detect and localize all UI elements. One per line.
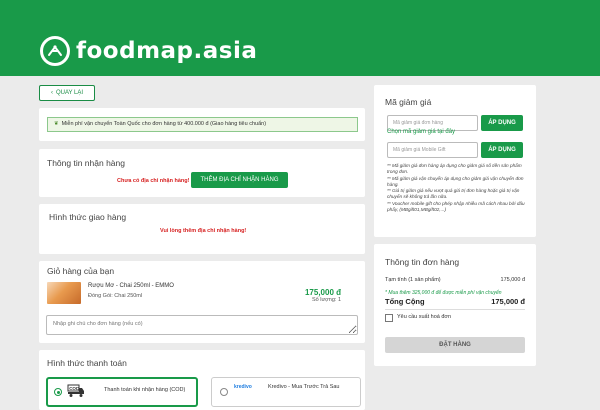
kredivo-label: Kredivo - Mua Trước Trả Sau (268, 384, 340, 390)
delivery-method-title: Hình thức giao hàng (49, 212, 127, 222)
discount-note: ** Mã giảm giá đơn hàng áp dụng cho giảm… (387, 163, 522, 175)
discount-note: ** Giá trị giảm giá nếu vượt quá giá trị… (387, 188, 520, 200)
discount-code-card: Mã giảm giá Mã giảm giá đơn hàng ÁP DỤNG… (374, 85, 536, 237)
discount-note: ** Voucher mobile gift cho phép nhập nhi… (387, 200, 525, 213)
total-row: Tổng Cộng 175,000 đ (385, 297, 525, 306)
apply-order-discount-button[interactable]: ÁP DỤNG (481, 115, 523, 131)
invoice-checkbox[interactable] (385, 314, 393, 322)
product-price: 175,000 đ (304, 288, 341, 297)
free-shipping-text: Miễn phí vận chuyển Toàn Quốc cho đơn hà… (61, 121, 267, 127)
free-shipping-banner: ❦ Miễn phí vận chuyển Toàn Quốc cho đơn h… (47, 117, 358, 132)
product-name[interactable]: Rượu Mơ - Chai 250ml - EMMO (88, 283, 174, 289)
cod-radio[interactable] (54, 388, 62, 396)
no-address-warning: Chưa có địa chỉ nhận hàng! (117, 178, 190, 184)
product-quantity: Số lượng: 1 (312, 297, 341, 303)
invoice-checkbox-label[interactable]: Yêu cầu xuất hoá đơn (397, 314, 451, 320)
shipping-promo-card: ❦ Miễn phí vận chuyển Toàn Quốc cho đơn h… (39, 108, 365, 141)
back-button-label: QUAY LẠI (55, 90, 84, 96)
cart-card: Giỏ hàng của bạn Rượu Mơ - Chai 250ml - … (39, 261, 365, 343)
add-address-button[interactable]: THÊM ĐỊA CHỈ NHẬN HÀNG (191, 172, 288, 188)
cod-truck-icon: COD (67, 384, 85, 398)
chevron-left-icon: ‹ (50, 90, 53, 96)
payment-option-kredivo[interactable]: kredivo Kredivo - Mua Trước Trả Sau (211, 377, 361, 407)
order-summary-title: Thông tin đơn hàng (385, 257, 460, 267)
apply-gift-discount-button[interactable]: ÁP DỤNG (481, 142, 523, 158)
delivery-address-warning: Vui lòng thêm địa chỉ nhận hàng! (160, 228, 247, 234)
subtotal-row: Tạm tính (1 sản phẩm) 175,000 đ (385, 277, 525, 283)
total-value: 175,000 đ (491, 297, 525, 306)
product-variant: Đóng Gói: Chai 250ml (88, 293, 143, 299)
free-shipping-hint: * Mua thêm 325,000 đ để được miễn phí vậ… (385, 290, 502, 296)
place-order-button[interactable]: ĐẶT HÀNG (385, 337, 525, 353)
leaf-icon: ❦ (54, 121, 59, 127)
brand-logo-text[interactable]: foodmap.asia (76, 36, 257, 66)
receiver-info-card: Thông tin nhận hàng Chưa có địa chỉ nhận… (39, 149, 365, 197)
kredivo-radio[interactable] (220, 388, 228, 396)
cart-title: Giỏ hàng của bạn (47, 266, 115, 276)
subtotal-label: Tạm tính (1 sản phẩm) (385, 277, 441, 283)
payment-method-title: Hình thức thanh toán (47, 358, 127, 368)
summary-divider (385, 309, 525, 310)
subtotal-value: 175,000 đ (500, 277, 525, 283)
discount-title: Mã giảm giá (385, 97, 432, 107)
site-header: foodmap.asia (0, 0, 600, 76)
discount-note: ** Mã giảm giá vận chuyển áp dụng cho gi… (387, 175, 524, 187)
payment-method-card: Hình thức thanh toán COD Thanh toán khi … (39, 350, 365, 410)
product-thumbnail[interactable] (47, 282, 81, 304)
discount-notes: ** Mã giảm giá đơn hàng áp dụng cho giảm… (387, 163, 529, 213)
delivery-method-card: Hình thức giao hàng Vui lòng thêm địa ch… (39, 204, 365, 254)
mobile-gift-input[interactable]: Mã giảm giá Mobile Gift (387, 142, 478, 158)
back-button[interactable]: ‹ QUAY LẠI (39, 85, 95, 101)
kredivo-logo-icon: kredivo (234, 384, 252, 390)
total-label: Tổng Cộng (385, 297, 425, 306)
cod-label: Thanh toán khi nhận hàng (COD) (104, 387, 186, 393)
cod-icon-text: COD (69, 386, 80, 391)
logo-icon[interactable] (40, 36, 70, 66)
receiver-info-title: Thông tin nhận hàng (47, 158, 125, 168)
payment-option-cod[interactable]: COD Thanh toán khi nhận hàng (COD) (46, 377, 198, 407)
order-note-input[interactable] (46, 315, 358, 335)
order-summary-card: Thông tin đơn hàng Tạm tính (1 sản phẩm)… (374, 244, 536, 366)
choose-discount-link[interactable]: Chọn mã giảm giá tại đây (387, 129, 455, 135)
